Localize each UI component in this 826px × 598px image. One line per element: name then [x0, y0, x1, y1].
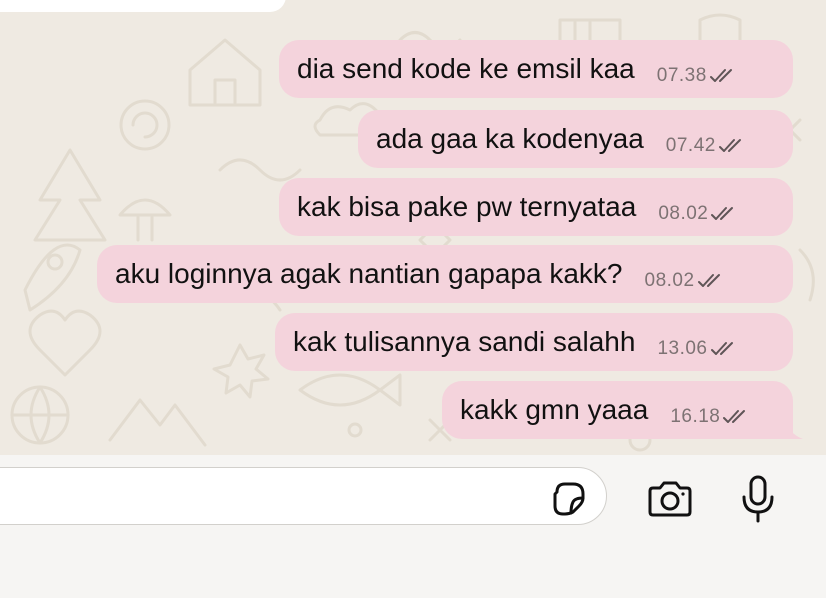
message-meta: 07.42	[666, 135, 745, 157]
message-text: kak tulisannya sandi salahh	[293, 326, 636, 357]
message-composer	[0, 455, 826, 598]
double-check-icon	[710, 341, 733, 355]
double-check-icon	[697, 273, 720, 287]
camera-icon[interactable]	[646, 481, 694, 517]
outgoing-message-bubble[interactable]: kak bisa pake pw ternyataa 08.02	[279, 178, 793, 236]
double-check-icon	[723, 409, 746, 423]
outgoing-message-bubble[interactable]: kakk gmn yaaa 16.18	[442, 381, 803, 439]
message-meta: 07.38	[657, 65, 736, 87]
outgoing-message-bubble[interactable]: aku loginnya agak nantian gapapa kakk? 0…	[97, 245, 793, 303]
message-meta: 08.02	[658, 203, 737, 225]
double-check-icon	[718, 138, 741, 152]
message-text: dia send kode ke emsil kaa	[297, 53, 635, 84]
message-meta: 08.02	[645, 270, 724, 292]
message-time: 13.06	[657, 337, 708, 359]
message-input[interactable]	[0, 467, 607, 525]
message-time: 07.42	[665, 134, 716, 156]
message-time: 08.02	[644, 269, 695, 291]
message-meta: 13.06	[657, 338, 736, 360]
previous-incoming-bubble	[0, 0, 286, 12]
message-time: 08.02	[658, 202, 709, 224]
message-text: kakk gmn yaaa	[460, 394, 649, 425]
message-time: 07.38	[656, 64, 707, 86]
message-time: 16.18	[670, 405, 721, 427]
message-text: ada gaa ka kodenyaa	[376, 123, 644, 154]
double-check-icon	[709, 68, 732, 82]
microphone-icon[interactable]	[740, 475, 776, 523]
message-text: aku loginnya agak nantian gapapa kakk?	[115, 258, 623, 289]
bubble-tail	[785, 417, 803, 439]
outgoing-message-bubble[interactable]: kak tulisannya sandi salahh 13.06	[275, 313, 793, 371]
double-check-icon	[711, 206, 734, 220]
message-meta: 16.18	[670, 406, 749, 428]
sticker-icon[interactable]	[551, 480, 587, 516]
outgoing-message-bubble[interactable]: ada gaa ka kodenyaa 07.42	[358, 110, 793, 168]
chat-area: dia send kode ke emsil kaa 07.38 ada gaa…	[0, 0, 826, 455]
outgoing-message-bubble[interactable]: dia send kode ke emsil kaa 07.38	[279, 40, 793, 98]
message-text: kak bisa pake pw ternyataa	[297, 191, 637, 222]
